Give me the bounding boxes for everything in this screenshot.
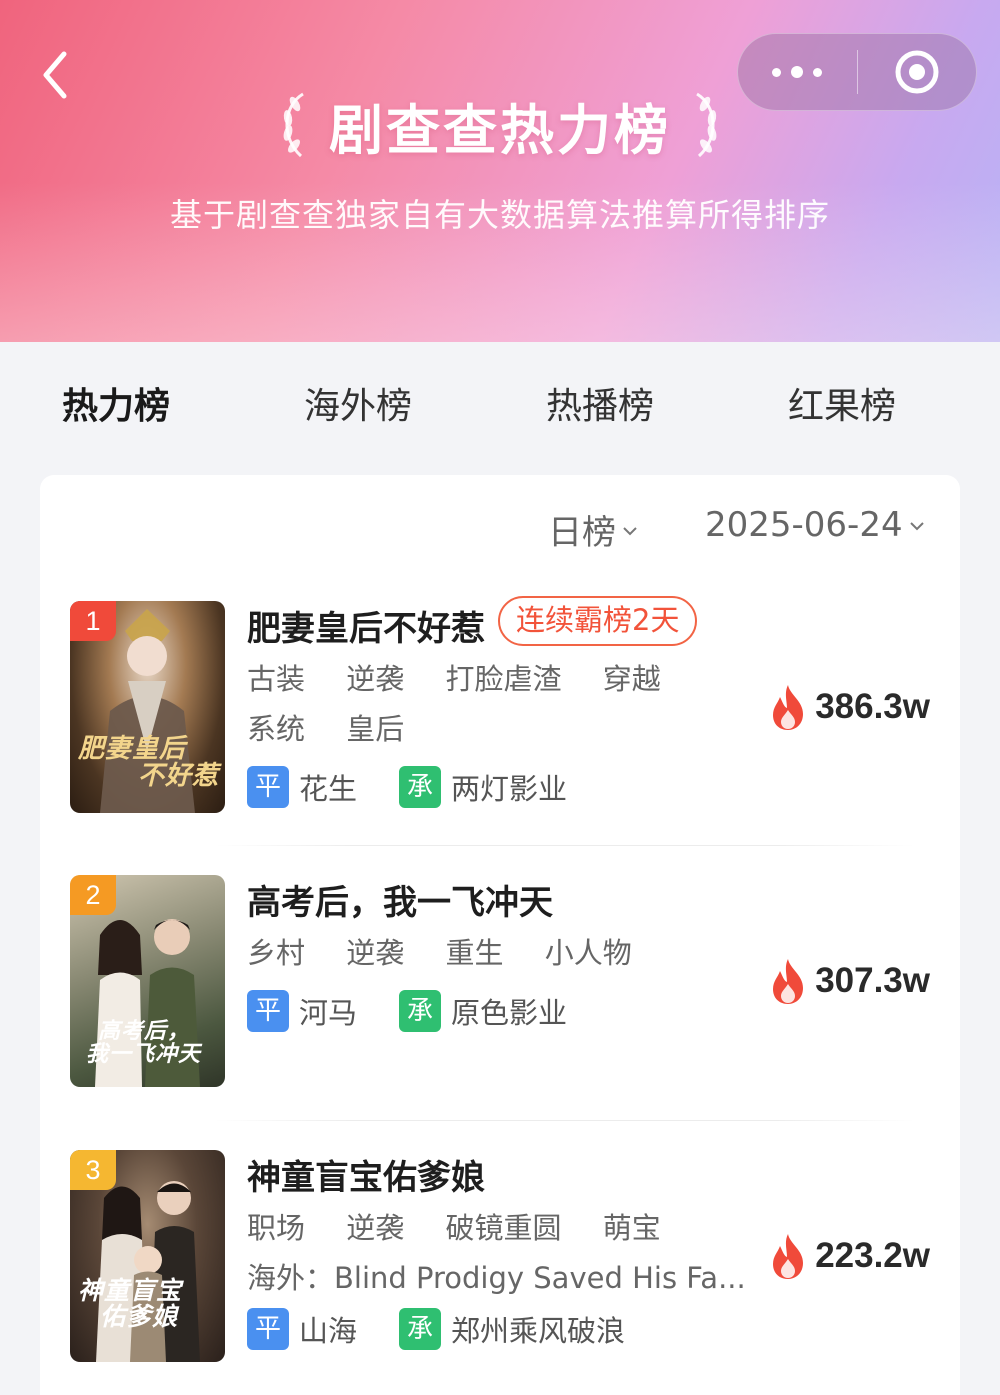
platform-tag: 平 [247,990,289,1032]
chevron-down-icon [623,526,637,535]
tag-list: 乡村 逆袭 重生 小人物 [247,930,664,972]
rank-badge: 1 [70,601,116,641]
platform-tag: 平 [247,766,289,808]
tag-list: 古装 逆袭 打脸虐渣 穿越 [247,656,693,698]
overseas-title: 海外：Blind Prodigy Saved His Fa... [247,1261,746,1295]
tag: 破镜重圆 [445,1211,562,1245]
tag: 系统 [247,712,306,746]
drama-title[interactable]: 肥妻皇后不好惹 [247,601,485,650]
date-value: 2025-06-24 [705,505,903,545]
fire-icon [773,959,804,1004]
tag: 逆袭 [346,1211,405,1245]
tag: 皇后 [346,712,405,746]
tag-list: 系统 皇后 [247,706,436,748]
heat-value: 223.2w [815,1236,930,1275]
header-banner: 剧查查热力榜 基于剧查查独家自有大数据算法推算所得排序 [0,0,1000,342]
tag: 乡村 [247,936,306,970]
tag: 逆袭 [346,936,405,970]
tab-hongguo[interactable]: 红果榜 [721,342,963,452]
ranking-row-2[interactable]: 2 高考后， 我一飞冲天 高考后，我一飞冲天 乡村 逆袭 重生 小人物 平 河马… [70,875,930,1090]
row-divider [215,845,915,846]
meta-row: 平 河马 承 原色影业 [247,990,609,1032]
drama-poster[interactable]: 2 高考后， 我一飞冲天 [70,875,225,1087]
period-value: 日榜 [548,513,616,553]
platform-name: 山海 [299,1314,358,1348]
producer-tag: 承 [399,1308,442,1350]
poster-title-text: 高考后， 我一飞冲天 [86,1018,202,1068]
page-subtitle: 基于剧查查独家自有大数据算法推算所得排序 [169,196,830,234]
heat-score: 307.3w [769,957,930,1005]
chevron-down-icon [909,522,924,531]
drama-title[interactable]: 高考后，我一飞冲天 [247,875,553,924]
ranking-card: 日榜 2025-06-24 1 肥妻皇后 不好惹 肥妻皇后不好惹 连续霸榜2天 [40,475,960,1395]
tag: 重生 [445,936,504,970]
tag-list: 职场 逆袭 破镜重圆 萌宝 [247,1205,693,1247]
heat-score: 223.2w [769,1232,930,1280]
rank-badge: 2 [70,875,116,915]
period-dropdown[interactable]: 日榜 [548,505,638,554]
row-divider [215,1120,915,1121]
meta-row: 平 山海 承 郑州乘风破浪 [247,1308,667,1350]
poster-title-text: 肥妻皇后 不好惹 [78,734,220,792]
fire-icon [773,685,804,730]
date-dropdown[interactable]: 2025-06-24 [705,505,925,545]
poster-title-text: 神童盲宝 佑爹娘 [78,1276,183,1332]
tab-label: 热力榜 [61,386,170,427]
tab-hot-play[interactable]: 热播榜 [479,342,721,452]
fire-icon [773,1234,804,1279]
tab-label: 红果榜 [787,386,896,427]
producer-name: 两灯影业 [451,772,568,806]
rank-badge: 3 [70,1150,116,1190]
ranking-tabs: 热力榜 海外榜 热播榜 红果榜 [0,342,1000,452]
more-dots-icon [767,66,827,78]
producer-tag: 承 [399,990,442,1032]
tag: 小人物 [544,936,632,970]
heat-value: 386.3w [815,687,930,726]
laurel-left-icon [283,92,304,158]
tag: 逆袭 [346,662,405,696]
producer-tag: 承 [399,766,442,808]
platform-name: 河马 [299,996,358,1030]
drama-poster[interactable]: 1 肥妻皇后 不好惹 [70,601,225,813]
laurel-right-icon [696,92,717,158]
tag: 打脸虐渣 [445,662,562,696]
producer-name: 郑州乘风破浪 [451,1314,626,1348]
ranking-row-1[interactable]: 1 肥妻皇后 不好惹 肥妻皇后不好惹 连续霸榜2天 古装 逆袭 打脸虐渣 穿越 … [70,596,930,816]
heat-score: 386.3w [769,683,930,731]
drama-poster[interactable]: 3 神童盲宝 佑爹娘 [70,1150,225,1362]
ranking-row-3[interactable]: 3 神童盲宝 佑爹娘 神童盲宝佑爹娘 职场 逆袭 破镜重圆 萌宝 海外：Blin… [70,1150,930,1365]
platform-tag: 平 [247,1308,289,1350]
page-title: 剧查查热力榜 [329,98,671,162]
tab-label: 海外榜 [303,386,412,427]
heat-value: 307.3w [815,961,930,1000]
tab-heat[interactable]: 热力榜 [0,342,237,452]
drama-title[interactable]: 神童盲宝佑爹娘 [247,1150,485,1199]
streak-badge: 连续霸榜2天 [498,596,698,646]
producer-name: 原色影业 [451,996,568,1030]
platform-name: 花生 [299,772,358,806]
title-row: 剧查查热力榜 [0,85,1000,165]
tag: 穿越 [602,662,661,696]
tag: 职场 [247,1211,306,1245]
tab-overseas[interactable]: 海外榜 [237,342,479,452]
tab-label: 热播榜 [545,386,654,427]
meta-row: 平 花生 承 两灯影业 [247,766,609,808]
tag: 萌宝 [602,1211,661,1245]
tag: 古装 [247,662,306,696]
